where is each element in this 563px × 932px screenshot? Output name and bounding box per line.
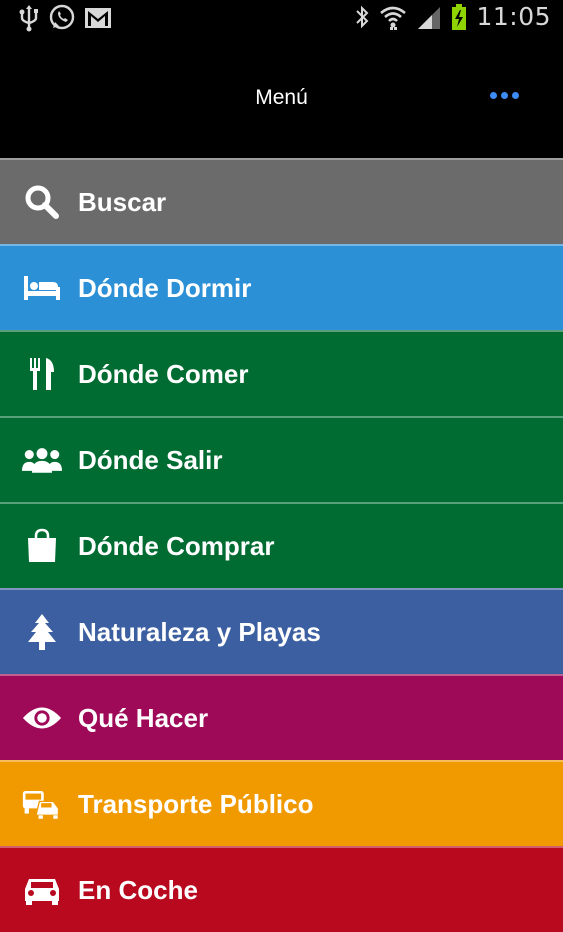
bluetooth-icon bbox=[354, 4, 370, 30]
bed-icon bbox=[22, 268, 62, 308]
menu-item-donde-dormir[interactable]: Dónde Dormir bbox=[0, 244, 563, 330]
tree-icon bbox=[22, 612, 62, 652]
menu-item-en-coche[interactable]: En Coche bbox=[0, 846, 563, 932]
overflow-dots-icon bbox=[490, 92, 497, 99]
menu-item-donde-salir[interactable]: Dónde Salir bbox=[0, 416, 563, 502]
eye-icon bbox=[22, 698, 62, 738]
menu-item-naturaleza-y-playas[interactable]: Naturaleza y Playas bbox=[0, 588, 563, 674]
main-menu: Buscar Dónde Dormir Dónde Comer Dónde Sa… bbox=[0, 158, 563, 932]
car-icon bbox=[22, 870, 62, 910]
signal-icon bbox=[416, 4, 442, 30]
menu-item-donde-comprar[interactable]: Dónde Comprar bbox=[0, 502, 563, 588]
whatsapp-icon bbox=[48, 4, 76, 32]
overflow-menu-button[interactable] bbox=[486, 88, 523, 103]
bus-icon bbox=[22, 784, 62, 824]
clock-time: 11:05 bbox=[476, 2, 551, 31]
people-icon bbox=[22, 440, 62, 480]
menu-item-label: Naturaleza y Playas bbox=[78, 616, 321, 647]
action-bar: Menú bbox=[0, 36, 563, 158]
shopping-bag-icon bbox=[22, 526, 62, 566]
menu-item-label: Dónde Comer bbox=[78, 358, 249, 389]
page-title: Menú bbox=[255, 86, 308, 109]
menu-item-label: Transporte Público bbox=[78, 788, 314, 819]
menu-item-label: Qué Hacer bbox=[78, 702, 209, 733]
menu-item-buscar[interactable]: Buscar bbox=[0, 158, 563, 244]
menu-item-transporte-publico[interactable]: Transporte Público bbox=[0, 760, 563, 846]
menu-item-label: Dónde Salir bbox=[78, 444, 223, 475]
usb-icon bbox=[18, 4, 40, 32]
menu-item-label: Dónde Dormir bbox=[78, 272, 252, 303]
status-bar: 11:05 bbox=[0, 0, 563, 36]
menu-item-label: Dónde Comprar bbox=[78, 530, 275, 561]
cutlery-icon bbox=[22, 354, 62, 394]
wifi-icon bbox=[379, 4, 407, 30]
search-icon bbox=[22, 182, 62, 222]
menu-item-que-hacer[interactable]: Qué Hacer bbox=[0, 674, 563, 760]
menu-item-label: En Coche bbox=[78, 874, 198, 905]
battery-icon bbox=[451, 3, 467, 31]
menu-item-label: Buscar bbox=[78, 186, 167, 217]
menu-item-donde-comer[interactable]: Dónde Comer bbox=[0, 330, 563, 416]
gmail-icon bbox=[84, 7, 112, 29]
